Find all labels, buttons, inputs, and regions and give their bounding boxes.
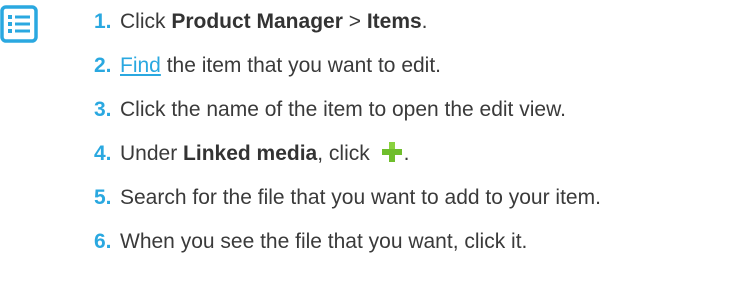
list-icon xyxy=(0,5,38,43)
step-text: , click xyxy=(317,142,376,165)
step-2: 2. Find the item that you want to edit. xyxy=(94,44,601,88)
steps-list: 1. Click Product Manager > Items. 2. Find … xyxy=(94,0,601,264)
step-3: 3. Click the name of the item to open the… xyxy=(94,88,601,132)
step-text: > xyxy=(342,10,367,33)
plus-icon[interactable] xyxy=(380,140,404,164)
step-number: 3. xyxy=(94,98,112,121)
step-text: When you see the file that you want, cli… xyxy=(120,230,528,253)
step-text: . xyxy=(403,142,410,165)
step-text: the item that you want to edit. xyxy=(160,54,442,77)
step-4: 4. Under Linked media, click . xyxy=(94,132,601,176)
step-5: 5. Search for the file that you want to a… xyxy=(94,176,601,220)
step-number: 4. xyxy=(94,142,112,165)
find-link[interactable]: Find xyxy=(120,54,161,77)
step-number: 5. xyxy=(94,186,112,209)
step-text: Click xyxy=(120,10,172,33)
step-number: 1. xyxy=(94,10,112,33)
step-number: 6. xyxy=(94,230,112,253)
step-6: 6. When you see the file that you want, c… xyxy=(94,220,601,264)
step-text: Search for the file that you want to add… xyxy=(120,186,601,209)
step-text: . xyxy=(421,10,428,33)
step-text: Under xyxy=(120,142,184,165)
step-1: 1. Click Product Manager > Items. xyxy=(94,0,601,44)
menu-items: Items xyxy=(366,10,422,33)
step-text: Click the name of the item to open the e… xyxy=(120,98,566,121)
section-linked-media: Linked media xyxy=(183,142,318,165)
step-number: 2. xyxy=(94,54,112,77)
menu-product-manager: Product Manager xyxy=(171,10,343,33)
